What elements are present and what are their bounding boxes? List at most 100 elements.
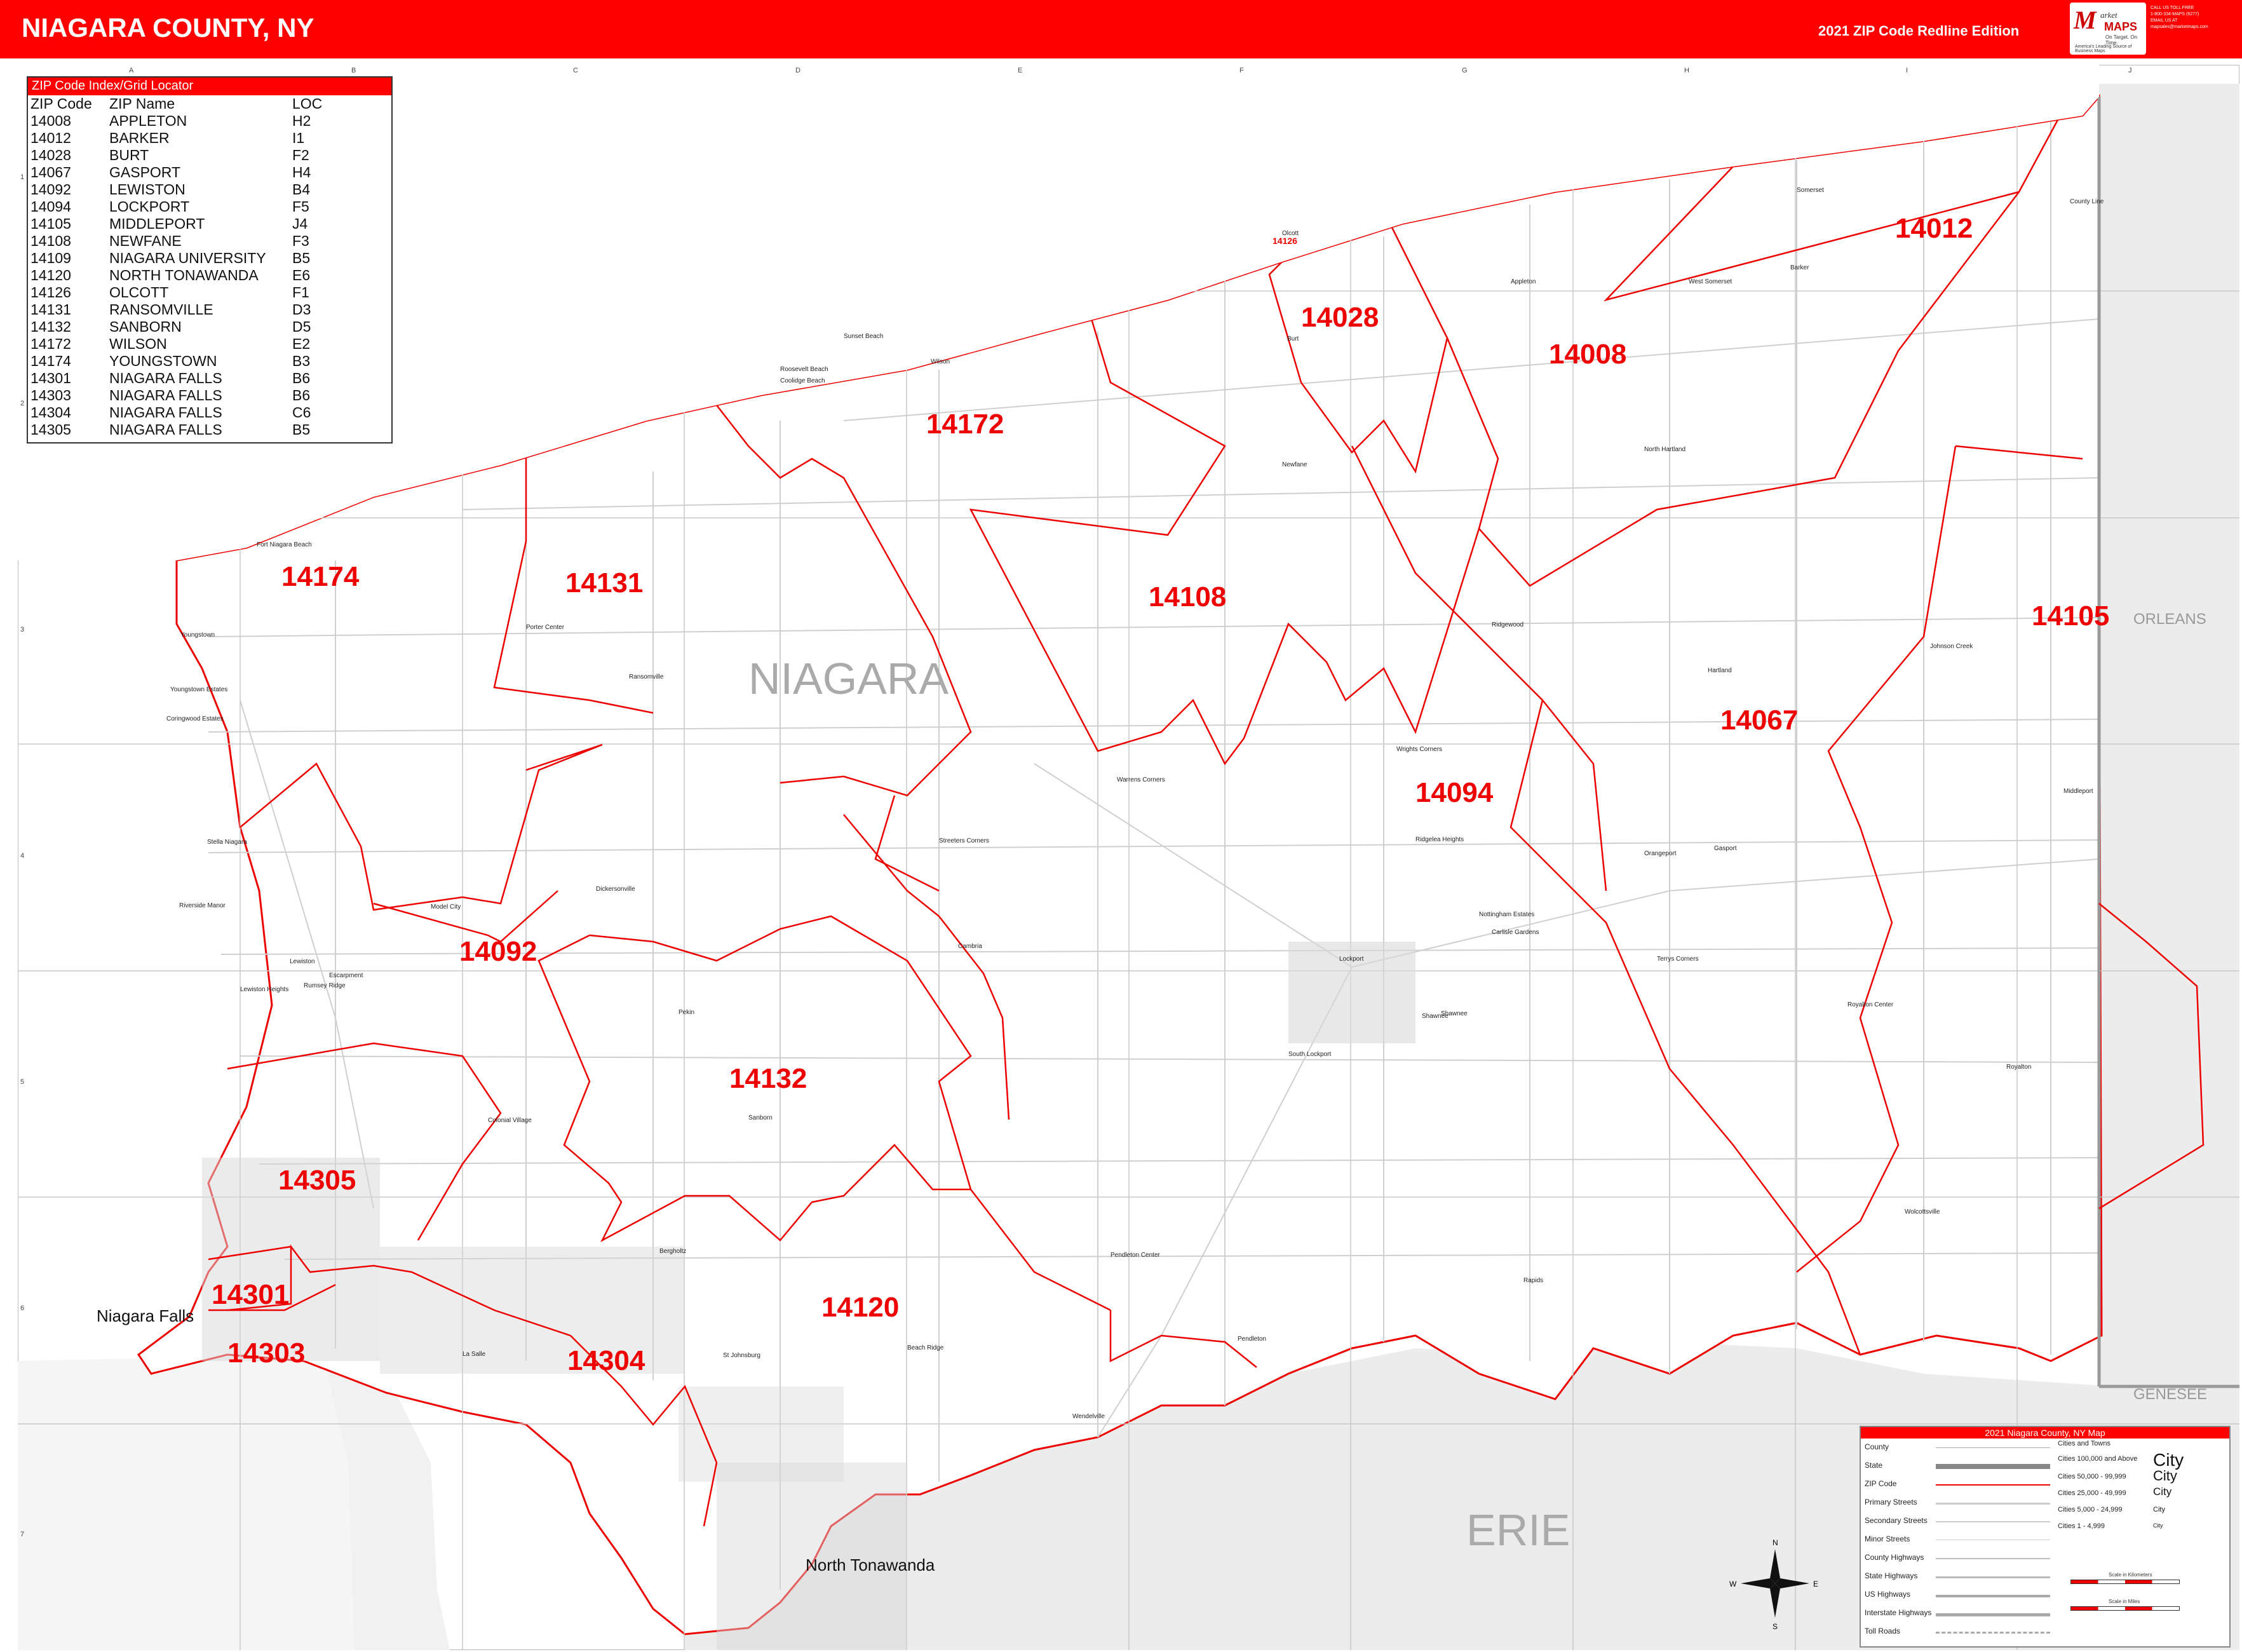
zip-code-cell: 14120 bbox=[30, 267, 71, 283]
loc-cell: D3 bbox=[292, 301, 311, 318]
logo-subtitle: America's Leading Source of Business Map… bbox=[2075, 44, 2132, 53]
grid-col-label: G bbox=[1462, 67, 1468, 74]
loc-cell: C6 bbox=[292, 404, 311, 421]
table-row: 14108 NEWFANE F3 bbox=[29, 233, 344, 250]
zip-code-cell: 14067 bbox=[30, 164, 71, 180]
zip-index-body: 14008 APPLETON H2 14012 BARKER I1 14028 BURT F2 1… bbox=[29, 112, 344, 438]
place-label: Pendleton Center bbox=[1111, 1252, 1161, 1259]
table-row: 14092 LEWISTON B4 bbox=[29, 181, 344, 198]
zip-name-cell: YOUNGSTOWN bbox=[109, 353, 217, 369]
table-row: 14303 NIAGARA FALLS B6 bbox=[29, 387, 344, 404]
zip-label-14008: 14008 bbox=[1549, 339, 1626, 370]
table-row: 14008 APPLETON H2 bbox=[29, 112, 344, 130]
zip-label-14172: 14172 bbox=[926, 409, 1004, 440]
place-label: Olcott bbox=[1282, 230, 1299, 237]
zip-label-14303: 14303 bbox=[227, 1337, 305, 1369]
place-label: Escarpment bbox=[329, 972, 363, 979]
place-label: Shawnee bbox=[1422, 1013, 1449, 1020]
loc-cell: B6 bbox=[292, 370, 311, 386]
place-label: Johnson Creek bbox=[1930, 643, 1973, 650]
zip-name-cell: RANSOMVILLE bbox=[109, 301, 213, 318]
logo-maps: MAPS bbox=[2104, 20, 2138, 33]
loc-cell: B3 bbox=[292, 353, 311, 369]
grid-col-label: E bbox=[1018, 67, 1022, 74]
table-row: 14131 RANSOMVILLE D3 bbox=[29, 301, 344, 318]
compass-w: W bbox=[1729, 1580, 1737, 1588]
col-zip-name: ZIP Name bbox=[109, 95, 175, 112]
loc-cell: F3 bbox=[292, 233, 309, 249]
col-loc: LOC bbox=[292, 95, 323, 112]
legend-cities-100k: Cities 100,000 and Above bbox=[2058, 1455, 2138, 1463]
table-row: 14304 NIAGARA FALLS C6 bbox=[29, 404, 344, 421]
legend-county: County bbox=[1865, 1442, 1889, 1451]
loc-cell: E6 bbox=[292, 267, 311, 283]
compass-s: S bbox=[1773, 1622, 1778, 1631]
place-label: Dickersonville bbox=[596, 886, 635, 893]
place-label: Lockport bbox=[1339, 956, 1364, 963]
legend-state: State bbox=[1865, 1461, 1883, 1470]
legend-cities-50k: Cities 50,000 - 99,999 bbox=[2058, 1473, 2126, 1480]
legend-secondary: Secondary Streets bbox=[1865, 1516, 1928, 1525]
table-row: 14305 NIAGARA FALLS B5 bbox=[29, 421, 344, 438]
zip-code-cell: 14126 bbox=[30, 284, 71, 301]
place-label: Ridgelea Heights bbox=[1415, 836, 1464, 843]
grid-col-label: A bbox=[129, 67, 134, 74]
compass-n: N bbox=[1773, 1538, 1778, 1547]
header-bar: NIAGARA COUNTY, NY 2021 ZIP Code Redline… bbox=[0, 0, 2242, 58]
place-label: North Hartland bbox=[1644, 446, 1685, 453]
place-label: Youngstown bbox=[180, 632, 215, 639]
place-label: Royalton Center bbox=[1847, 1001, 1894, 1008]
place-label: Porter Center bbox=[526, 624, 565, 631]
zip-label-14304: 14304 bbox=[567, 1345, 645, 1376]
loc-cell: J4 bbox=[292, 215, 308, 232]
grid-row-label: 7 bbox=[20, 1531, 24, 1538]
grid-row-label: 3 bbox=[20, 626, 24, 633]
grid-col-label: C bbox=[573, 67, 578, 74]
place-label: Newfane bbox=[1282, 461, 1307, 468]
zip-name-cell: NIAGARA FALLS bbox=[109, 387, 222, 403]
place-label: Wrights Corners bbox=[1396, 746, 1442, 753]
legend-state-hwy: State Highways bbox=[1865, 1571, 1918, 1580]
zip-name-cell: NIAGARA FALLS bbox=[109, 421, 222, 438]
place-label: South Lockport bbox=[1288, 1051, 1331, 1058]
loc-cell: F5 bbox=[292, 198, 309, 215]
grid-col-label: J bbox=[2128, 67, 2132, 74]
zip-label-14092: 14092 bbox=[459, 936, 537, 967]
zip-label-14105: 14105 bbox=[2032, 600, 2109, 632]
place-label: Cambria bbox=[958, 943, 982, 950]
table-row: 14120 NORTH TONAWANDA E6 bbox=[29, 267, 344, 284]
county-label-erie: ERIE bbox=[1466, 1505, 1570, 1555]
place-label: Wendelville bbox=[1072, 1413, 1105, 1420]
scale-bar-km bbox=[2070, 1580, 2180, 1584]
zip-code-cell: 14108 bbox=[30, 233, 71, 249]
place-label: County Line bbox=[2070, 198, 2104, 205]
zip-label-14094: 14094 bbox=[1415, 777, 1494, 808]
table-row: 14028 BURT F2 bbox=[29, 147, 344, 164]
grid-row-label: 4 bbox=[20, 852, 24, 860]
place-label: Nottingham Estates bbox=[1479, 911, 1534, 918]
table-row: 14172 WILSON E2 bbox=[29, 335, 344, 353]
legend-zip: ZIP Code bbox=[1865, 1479, 1897, 1488]
legend-cities-1: Cities 1 - 4,999 bbox=[2058, 1522, 2105, 1530]
col-zip-code: ZIP Code bbox=[30, 95, 92, 112]
place-label: Rapids bbox=[1523, 1277, 1543, 1284]
place-label: Lewiston Heights bbox=[240, 986, 288, 993]
zip-name-cell: OLCOTT bbox=[109, 284, 169, 301]
place-label: Coringwood Estates bbox=[166, 715, 224, 722]
table-row: 14132 SANBORN D5 bbox=[29, 318, 344, 335]
scale-mi-label: Scale in Miles bbox=[2109, 1599, 2140, 1604]
place-label: Colonial Village bbox=[488, 1117, 532, 1124]
grid-col-label: B bbox=[351, 67, 356, 74]
zip-code-cell: 14172 bbox=[30, 335, 71, 352]
place-label: St Johnsburg bbox=[723, 1352, 760, 1359]
county-label-orleans: ORLEANS bbox=[2133, 611, 2206, 628]
place-label: Roosevelt Beach bbox=[780, 366, 828, 373]
legend-interstate: Interstate Highways bbox=[1865, 1608, 1932, 1617]
loc-cell: F2 bbox=[292, 147, 309, 163]
place-label: Royalton bbox=[2006, 1064, 2031, 1071]
legend-toll: Toll Roads bbox=[1865, 1627, 1901, 1635]
zip-index-header-row: ZIP Code ZIP Name LOC bbox=[29, 95, 344, 112]
place-label: Gasport bbox=[1714, 845, 1737, 852]
zip-index-table: ZIP Code Index/Grid Locator ZIP Code ZIP… bbox=[27, 76, 393, 443]
zip-label-14174: 14174 bbox=[281, 561, 360, 592]
